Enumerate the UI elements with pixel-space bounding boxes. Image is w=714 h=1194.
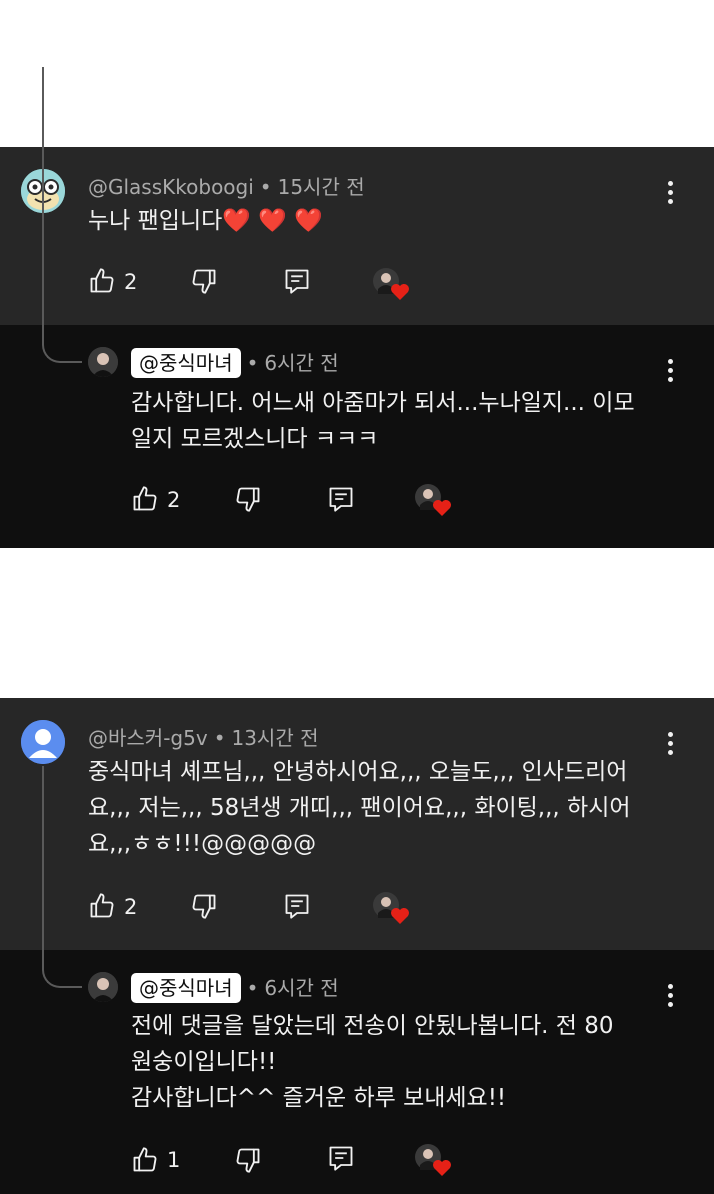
thumbs-down-icon[interactable] <box>190 892 218 924</box>
reply-text-line: 원숭이입니다!! <box>131 1049 277 1075</box>
creator-heart-icon[interactable] <box>414 483 454 521</box>
thumbs-up-icon[interactable] <box>88 267 116 299</box>
thread-connector <box>42 67 82 363</box>
more-vert-icon[interactable] <box>665 359 675 386</box>
reply-2: @중식마녀 • 6시간 전 전에 댓글을 달았는데 전송이 안됬나봅니다. 전 80… <box>0 766 714 1194</box>
like-count: 1 <box>167 1148 181 1172</box>
reply-meta: @중식마녀 • 6시간 전 <box>131 972 339 1003</box>
channel-avatar[interactable] <box>88 347 118 377</box>
more-vert-icon[interactable] <box>665 984 675 1011</box>
reply-text-line: 감사합니다^^ 즐거운 하루 보내세요!! <box>131 1085 507 1111</box>
reply-icon[interactable] <box>283 892 311 924</box>
thumbs-up-icon[interactable] <box>88 892 116 924</box>
thumbs-down-icon[interactable] <box>190 267 218 299</box>
more-vert-icon[interactable] <box>665 732 675 759</box>
reply-meta: @중식마녀 • 6시간 전 <box>131 347 339 378</box>
channel-avatar[interactable] <box>88 972 118 1002</box>
comment-author[interactable]: @바스커-g5v <box>88 726 208 750</box>
creator-heart-icon[interactable] <box>414 1143 454 1181</box>
comment-text: 누나 팬입니다❤️ ❤️ ❤️ <box>88 208 323 234</box>
reply-author-chip[interactable]: @중식마녀 <box>131 973 241 1003</box>
reply-icon[interactable] <box>327 1144 355 1176</box>
thumbs-down-icon[interactable] <box>234 1146 262 1178</box>
thumbs-up-icon[interactable] <box>131 485 159 517</box>
thumbs-down-icon[interactable] <box>234 485 262 517</box>
reply-time[interactable]: 6시간 전 <box>264 351 338 375</box>
reply-icon[interactable] <box>283 267 311 299</box>
comment-1: @GlassKkoboogi • 15시간 전 누나 팬입니다❤️ ❤️ ❤️ 2 <box>0 147 714 325</box>
reply-icon[interactable] <box>327 485 355 517</box>
comment-2: @바스커-g5v • 13시간 전 중식마녀 셰프님,,, 안녕하시어요,,, 오늘… <box>0 698 714 950</box>
comment-meta: @바스커-g5v • 13시간 전 <box>88 726 319 750</box>
reply-author-chip[interactable]: @중식마녀 <box>131 348 241 378</box>
comment-text-line: 중식마녀 셰프님,,, 안녕하시어요,,, 오늘도,,, 인사드리어 <box>88 759 628 785</box>
reply-time[interactable]: 6시간 전 <box>264 976 338 1000</box>
thumbs-up-icon[interactable] <box>131 1146 159 1178</box>
comment-text: 중식마녀 셰프님,,, 안녕하시어요,,, 오늘도,,, 인사드리어 요,,, … <box>88 754 631 862</box>
more-vert-icon[interactable] <box>665 181 675 208</box>
default-person-avatar-icon[interactable] <box>21 720 65 764</box>
reply-text: 전에 댓글을 달았는데 전송이 안됬나봅니다. 전 80 원숭이입니다!! 감사… <box>131 1008 613 1116</box>
comment-time[interactable]: 15시간 전 <box>278 175 365 199</box>
like-count: 2 <box>124 270 138 294</box>
reply-1: @중식마녀 • 6시간 전 감사합니다. 어느새 아줌마가 되서...누나일지...… <box>0 67 714 548</box>
like-count: 2 <box>124 895 138 919</box>
reply-text-line: 감사합니다. 어느새 아줌마가 되서...누나일지... 이모 <box>131 390 635 416</box>
comment-meta: @GlassKkoboogi • 15시간 전 <box>88 175 365 199</box>
comment-text-line: 요,,,ㅎㅎ!!!@@@@@ <box>88 831 317 857</box>
reply-text-line: 일지 모르겠스니다 ㅋㅋㅋ <box>131 426 379 452</box>
thread-connector <box>42 766 82 988</box>
reply-text-line: 전에 댓글을 달았는데 전송이 안됬나봅니다. 전 80 <box>131 1013 614 1039</box>
creator-heart-icon[interactable] <box>372 267 412 305</box>
comment-author[interactable]: @GlassKkoboogi <box>88 175 254 199</box>
reply-text: 감사합니다. 어느새 아줌마가 되서...누나일지... 이모 일지 모르겠스니… <box>131 385 635 457</box>
creator-heart-icon[interactable] <box>372 891 412 929</box>
comment-text-line: 요,,, 저는,,, 58년생 개띠,,, 팬이어요,,, 화이팅,,, 하시어 <box>88 795 631 821</box>
like-count: 2 <box>167 488 181 512</box>
comment-time[interactable]: 13시간 전 <box>231 726 318 750</box>
